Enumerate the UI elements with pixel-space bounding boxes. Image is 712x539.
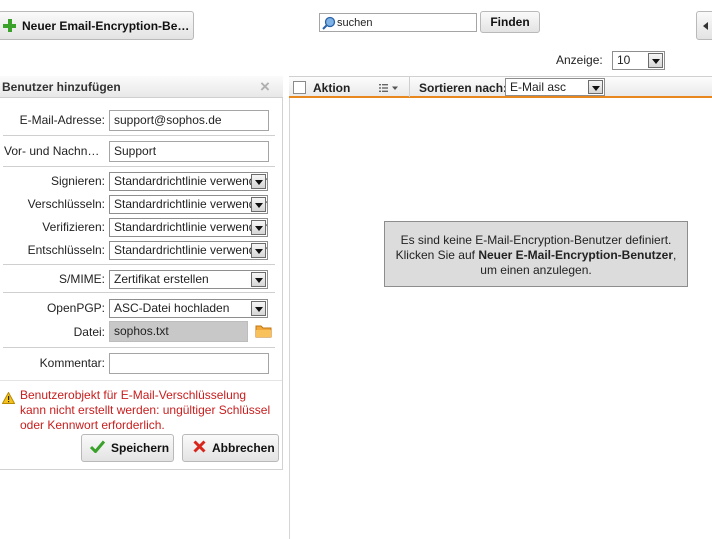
decrypt-label: Entschlüsseln:	[27, 243, 105, 257]
verify-label: Verifizieren:	[42, 220, 105, 234]
sort-select[interactable]: E-Mail asc	[505, 78, 605, 96]
chevron-down-icon	[251, 243, 266, 258]
warning-icon	[1, 391, 16, 404]
empty-state-box: Es sind keine E-Mail-Encryption-Benutzer…	[384, 221, 688, 287]
arrow-left-icon	[703, 21, 708, 30]
name-field-value: Support	[114, 144, 157, 158]
cross-icon	[193, 440, 206, 456]
select-all-checkbox[interactable]	[293, 81, 306, 94]
decrypt-select-value: Standardrichtlinie verwenden	[114, 243, 268, 257]
sign-select-value: Standardrichtlinie verwenden	[114, 174, 268, 188]
email-field[interactable]: support@sophos.de	[109, 110, 269, 131]
error-line-1: Benutzerobjekt für E-Mail-Verschlüsselun…	[20, 388, 247, 402]
decrypt-select[interactable]: Standardrichtlinie verwenden	[109, 241, 268, 260]
cancel-button-label: Abbrechen	[212, 441, 275, 455]
display-count-value: 10	[617, 53, 631, 67]
list-divider-left	[289, 76, 290, 539]
divider	[3, 292, 275, 293]
verify-select-value: Standardrichtlinie verwenden	[114, 220, 268, 234]
search-input[interactable]: suchen	[319, 13, 477, 32]
chevron-down-icon	[648, 53, 663, 68]
error-line-2: kann nicht erstellt werden: ungültiger S…	[20, 403, 271, 417]
verify-select[interactable]: Standardrichtlinie verwenden	[109, 218, 268, 237]
panel-header: Benutzer hinzufügen ×	[0, 76, 283, 98]
empty-line-3: um einen anzulegen.	[480, 263, 592, 277]
empty-line-2-suffix: ,	[673, 248, 677, 262]
sign-select[interactable]: Standardrichtlinie verwenden	[109, 172, 268, 191]
error-line-3: oder Kennwort erforderlich.	[20, 418, 165, 432]
new-user-button[interactable]: Neuer Email-Encryption-Be…	[0, 11, 194, 40]
divider	[3, 347, 275, 348]
sort-select-value: E-Mail asc	[510, 80, 567, 94]
file-field-value: sophos.txt	[114, 324, 169, 338]
encrypt-select-value: Standardrichtlinie verwenden	[114, 197, 268, 211]
sign-label: Signieren:	[50, 174, 105, 188]
sort-label: Sortieren nach:	[419, 81, 508, 95]
search-icon	[322, 16, 336, 30]
openpgp-label: OpenPGP:	[46, 301, 105, 315]
name-field[interactable]: Support	[109, 141, 269, 162]
comment-label: Kommentar:	[39, 356, 105, 370]
chevron-down-icon	[251, 220, 266, 235]
cancel-button[interactable]: Abbrechen	[182, 434, 279, 462]
action-menu-icon[interactable]	[379, 82, 401, 92]
empty-line-1: Es sind keine E-Mail-Encryption-Benutzer…	[400, 233, 672, 247]
toolbar-divider	[409, 77, 410, 97]
comment-field[interactable]	[109, 353, 269, 374]
email-label: E-Mail-Adresse:	[19, 113, 105, 127]
divider	[3, 166, 275, 167]
display-label: Anzeige:	[556, 53, 603, 67]
name-label: Vor- und Nachn…	[4, 144, 100, 158]
search-input-value: suchen	[337, 17, 373, 29]
empty-line-2: Klicken Sie auf Neuer E-Mail-Encryption-…	[385, 248, 687, 263]
encrypt-select[interactable]: Standardrichtlinie verwenden	[109, 195, 268, 214]
encrypt-label: Verschlüsseln:	[27, 197, 105, 211]
openpgp-select[interactable]: ASC-Datei hochladen	[109, 299, 268, 318]
find-button-label: Finden	[490, 15, 530, 29]
empty-line-2-link: Neuer E-Mail-Encryption-Benutzer	[478, 248, 674, 262]
divider	[3, 135, 275, 136]
smime-label: S/MIME:	[58, 272, 105, 286]
empty-line-2-prefix: Klicken Sie auf	[395, 248, 479, 262]
chevron-down-icon	[588, 80, 603, 94]
list-toolbar: Aktion Sortieren nach: E-Mail asc	[289, 76, 712, 98]
back-button[interactable]	[696, 11, 712, 40]
save-button-label: Speichern	[111, 441, 170, 455]
smime-select[interactable]: Zertifikat erstellen	[109, 270, 268, 289]
plus-icon	[3, 19, 16, 32]
close-icon[interactable]: ×	[260, 77, 270, 97]
file-field[interactable]: sophos.txt	[109, 321, 248, 342]
chevron-down-icon	[251, 272, 266, 287]
new-user-button-label: Neuer Email-Encryption-Be…	[22, 18, 190, 33]
check-icon	[89, 440, 106, 456]
error-box: Benutzerobjekt für E-Mail-Verschlüsselun…	[0, 380, 282, 467]
file-label: Datei:	[73, 325, 105, 339]
chevron-down-icon	[251, 174, 266, 189]
save-button[interactable]: Speichern	[81, 434, 174, 462]
find-button[interactable]: Finden	[480, 11, 540, 33]
chevron-down-icon	[251, 197, 266, 212]
folder-icon[interactable]	[255, 324, 272, 338]
divider	[3, 264, 275, 265]
panel-title: Benutzer hinzufügen	[2, 80, 121, 94]
email-field-value: support@sophos.de	[114, 113, 222, 127]
smime-select-value: Zertifikat erstellen	[114, 272, 209, 286]
error-message: Benutzerobjekt für E-Mail-Verschlüsselun…	[20, 388, 270, 433]
openpgp-select-value: ASC-Datei hochladen	[114, 301, 230, 315]
action-label[interactable]: Aktion	[313, 81, 350, 95]
chevron-down-icon	[251, 301, 266, 316]
display-count-select[interactable]: 10	[612, 51, 665, 70]
